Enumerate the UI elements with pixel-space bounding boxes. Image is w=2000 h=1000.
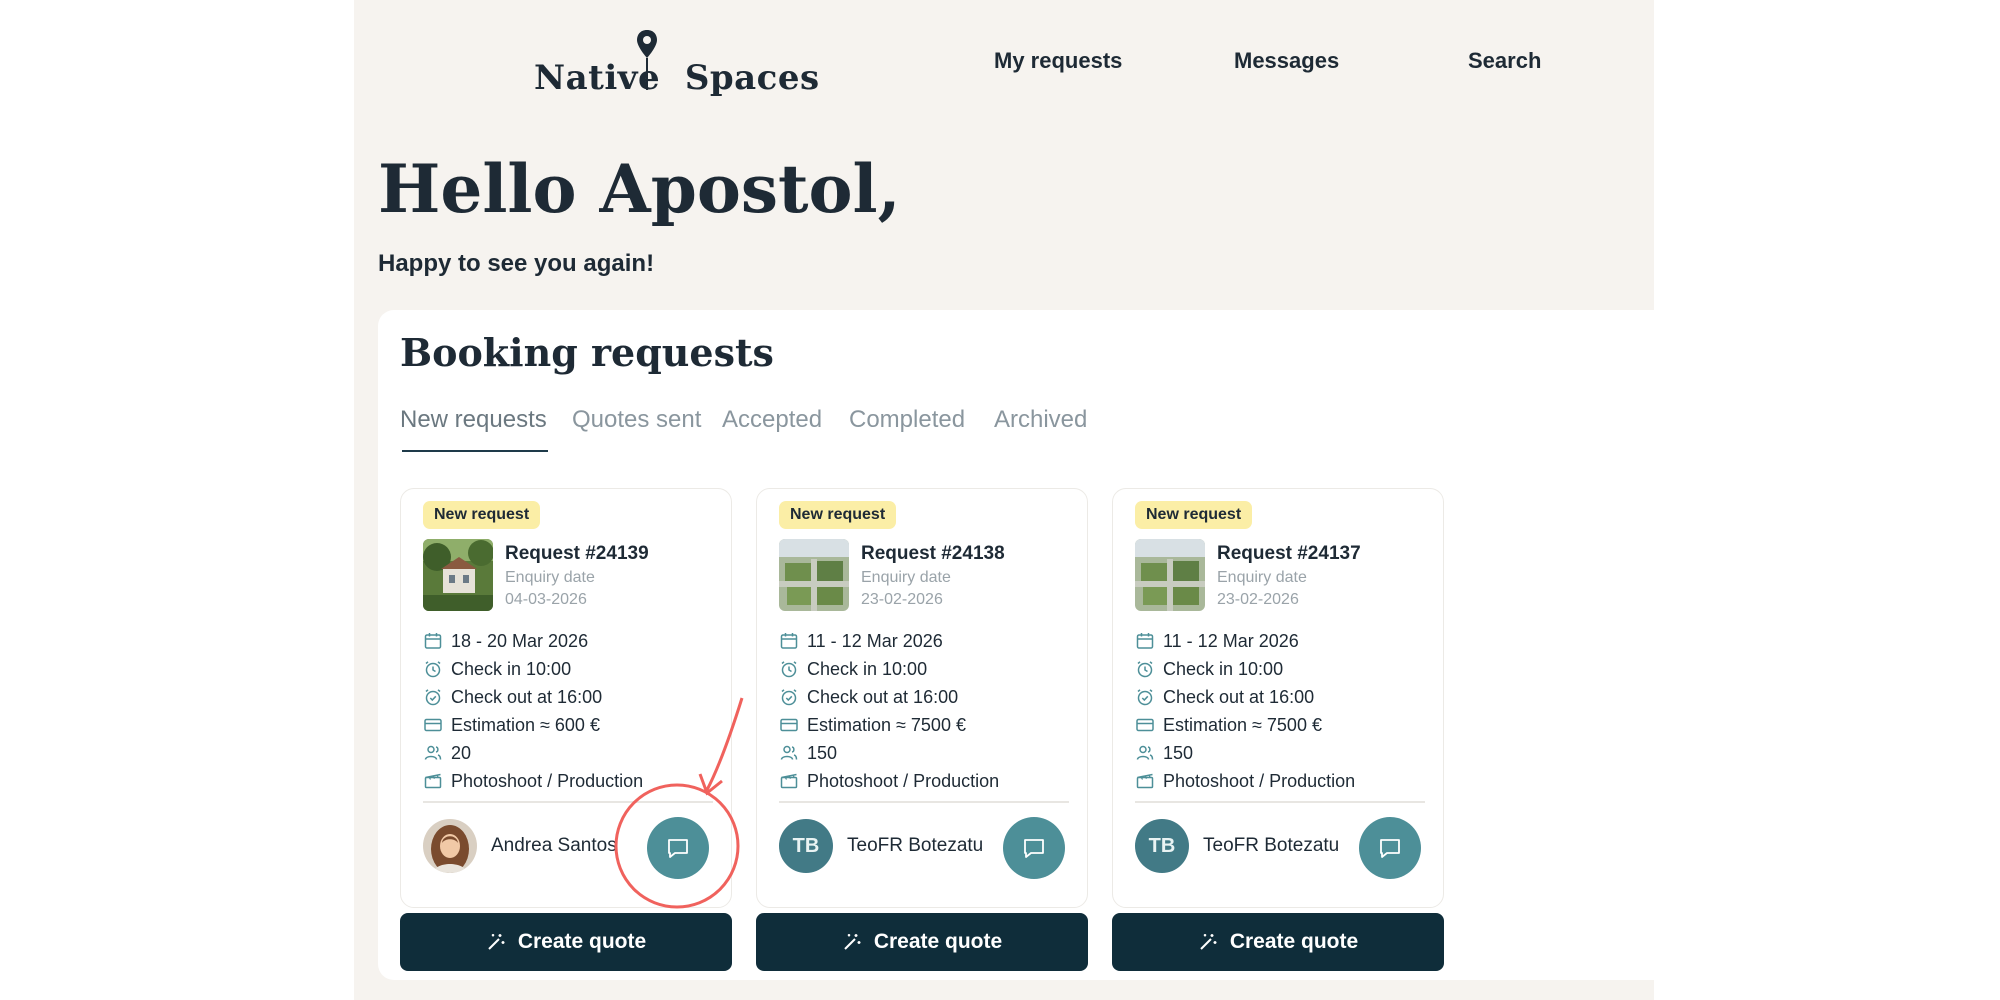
alarm-clock-check-icon [425, 689, 441, 706]
nav-my-requests[interactable]: My requests [994, 48, 1122, 74]
clapperboard-icon [424, 773, 442, 789]
chat-bubble-icon [1380, 839, 1400, 858]
enquiry-date-label: Enquiry date [1217, 569, 1307, 586]
create-quote-button[interactable]: Create quote [400, 913, 732, 971]
tab-new-requests[interactable]: New requests [400, 406, 547, 434]
status-badge: New request [779, 501, 897, 529]
host-name: Andrea Santos [491, 835, 617, 856]
detail-type: Photoshoot / Production [423, 767, 723, 795]
venue-thumbnail[interactable] [423, 539, 493, 611]
enquiry-date-label: Enquiry date [861, 569, 951, 586]
card-divider [1135, 801, 1425, 803]
magic-wand-icon [1200, 934, 1217, 950]
enquiry-date-value: 04-03-2026 [505, 591, 587, 608]
detail-guests: 20 [423, 739, 723, 767]
request-card-24139: New request Request #24139 Enquiry date … [400, 488, 732, 971]
detail-guests: 150 [1135, 739, 1435, 767]
detail-dates: 18 - 20 Mar 2026 [423, 627, 723, 655]
detail-estimation: Estimation ≈ 7500 € [779, 711, 1079, 739]
alarm-clock-icon [781, 661, 797, 678]
detail-estimation: Estimation ≈ 7500 € [1135, 711, 1435, 739]
credit-card-icon [1136, 718, 1154, 732]
enquiry-date-value: 23-02-2026 [861, 591, 943, 608]
native-spaces-logo[interactable]: Native Spaces [534, 28, 819, 98]
request-number[interactable]: Request #24137 [1217, 543, 1361, 565]
tab-archived[interactable]: Archived [994, 406, 1087, 434]
people-icon [424, 745, 442, 760]
request-details: 11 - 12 Mar 2026 Check in 10:00 Check ou… [779, 627, 1079, 795]
enquiry-date-value: 23-02-2026 [1217, 591, 1299, 608]
panel-title: Booking requests [400, 330, 774, 375]
detail-type: Photoshoot / Production [779, 767, 1079, 795]
calendar-icon [1136, 633, 1154, 649]
request-card-body: New request Request #24137 Enquiry date … [1112, 488, 1444, 908]
alarm-clock-icon [425, 661, 441, 678]
page-background: Native Spaces My requests Messages Searc… [354, 0, 1654, 1000]
host-name: TeoFR Botezatu [847, 835, 984, 856]
request-details: 18 - 20 Mar 2026 Check in 10:00 Check ou… [423, 627, 723, 795]
detail-check-out: Check out at 16:00 [1135, 683, 1435, 711]
greeting-heading: Hello Apostol, [378, 150, 901, 228]
status-badge: New request [423, 501, 541, 529]
chat-bubble-icon [668, 839, 688, 858]
create-quote-button[interactable]: Create quote [1112, 913, 1444, 971]
host-avatar[interactable]: TB [779, 819, 833, 873]
detail-estimation: Estimation ≈ 600 € [423, 711, 723, 739]
chat-button[interactable] [1003, 817, 1065, 879]
card-divider [423, 801, 713, 803]
host-avatar[interactable]: TB [1135, 819, 1189, 873]
magic-wand-icon [844, 934, 861, 950]
magic-wand-icon [488, 934, 505, 950]
credit-card-icon [780, 718, 798, 732]
location-pin-icon [637, 30, 657, 90]
request-number[interactable]: Request #24138 [861, 543, 1005, 565]
host-name: TeoFR Botezatu [1203, 835, 1340, 856]
enquiry-date-label: Enquiry date [505, 569, 595, 586]
calendar-icon [424, 633, 442, 649]
clapperboard-icon [1136, 773, 1154, 789]
tab-quotes-sent[interactable]: Quotes sent [572, 406, 701, 434]
create-quote-button[interactable]: Create quote [756, 913, 1088, 971]
booking-requests-panel: Booking requests New requests Quotes sen… [378, 310, 1654, 980]
nav-messages[interactable]: Messages [1234, 48, 1339, 74]
calendar-icon [780, 633, 798, 649]
detail-check-in: Check in 10:00 [1135, 655, 1435, 683]
tab-completed[interactable]: Completed [849, 406, 965, 434]
detail-guests: 150 [779, 739, 1079, 767]
chat-button[interactable] [1359, 817, 1421, 879]
clapperboard-icon [780, 773, 798, 789]
chat-button[interactable] [647, 817, 709, 879]
request-card-body: New request Request #24139 Enquiry date … [400, 488, 732, 908]
request-details: 11 - 12 Mar 2026 Check in 10:00 Check ou… [1135, 627, 1435, 795]
nav-search[interactable]: Search [1468, 48, 1541, 74]
venue-thumbnail[interactable] [1135, 539, 1205, 611]
card-divider [779, 801, 1069, 803]
detail-check-out: Check out at 16:00 [779, 683, 1079, 711]
request-number[interactable]: Request #24139 [505, 543, 649, 565]
people-icon [780, 745, 798, 760]
chat-bubble-icon [1024, 839, 1044, 858]
tab-accepted[interactable]: Accepted [722, 406, 822, 434]
host-avatar[interactable] [423, 819, 477, 873]
detail-type: Photoshoot / Production [1135, 767, 1435, 795]
status-badge: New request [1135, 501, 1253, 529]
detail-check-in: Check in 10:00 [779, 655, 1079, 683]
detail-check-in: Check in 10:00 [423, 655, 723, 683]
request-card-24138: New request Request #24138 Enquiry date … [756, 488, 1088, 971]
alarm-clock-icon [1137, 661, 1153, 678]
request-card-body: New request Request #24138 Enquiry date … [756, 488, 1088, 908]
people-icon [1136, 745, 1154, 760]
alarm-clock-check-icon [1137, 689, 1153, 706]
detail-check-out: Check out at 16:00 [423, 683, 723, 711]
detail-dates: 11 - 12 Mar 2026 [1135, 627, 1435, 655]
greeting-subtitle: Happy to see you again! [378, 250, 655, 277]
logo-wordmark: Native Spaces [534, 58, 820, 98]
request-status-tabs: New requests Quotes sent Accepted Comple… [400, 406, 1300, 466]
venue-thumbnail[interactable] [779, 539, 849, 611]
detail-dates: 11 - 12 Mar 2026 [779, 627, 1079, 655]
active-tab-indicator [402, 450, 548, 452]
request-card-24137: New request Request #24137 Enquiry date … [1112, 488, 1444, 971]
credit-card-icon [424, 718, 442, 732]
alarm-clock-check-icon [781, 689, 797, 706]
